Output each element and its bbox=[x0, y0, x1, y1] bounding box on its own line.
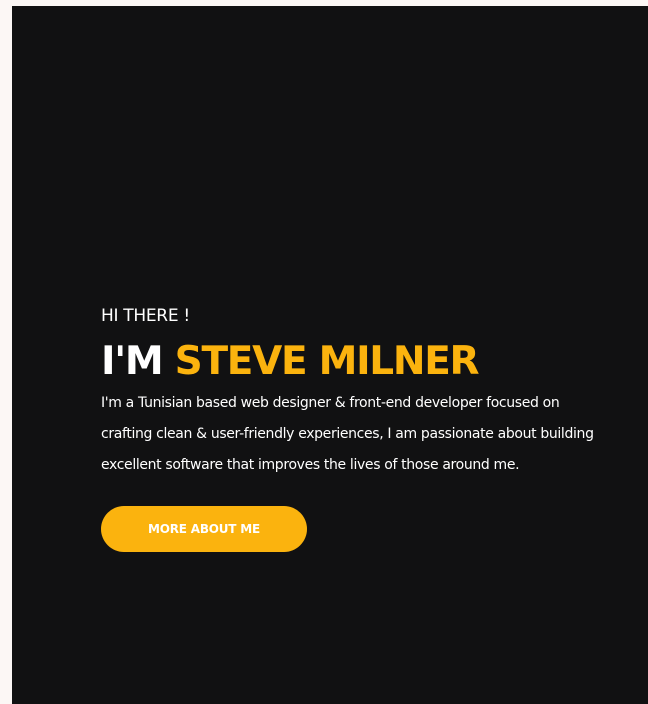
bio-line: I'm a Tunisian based web designer & fron… bbox=[101, 395, 560, 411]
more-about-me-button[interactable]: MORE ABOUT ME bbox=[101, 506, 307, 552]
headline-prefix: I'M bbox=[101, 339, 164, 384]
headline-name: STEVE MILNER bbox=[174, 339, 480, 384]
bio-line: crafting clean & user-friendly experienc… bbox=[101, 426, 594, 442]
hero-bio: I'm a Tunisian based web designer & fron… bbox=[101, 388, 648, 481]
hero-content: HI THERE ! I'M STEVE MILNER I'm a Tunisi… bbox=[101, 302, 648, 552]
hero-greeting: HI THERE ! bbox=[101, 306, 190, 326]
page: HI THERE ! I'M STEVE MILNER I'm a Tunisi… bbox=[0, 0, 648, 704]
hero-headline: I'M STEVE MILNER bbox=[101, 336, 648, 388]
hero-section: HI THERE ! I'M STEVE MILNER I'm a Tunisi… bbox=[12, 6, 648, 704]
bio-line: excellent software that improves the liv… bbox=[101, 457, 520, 473]
